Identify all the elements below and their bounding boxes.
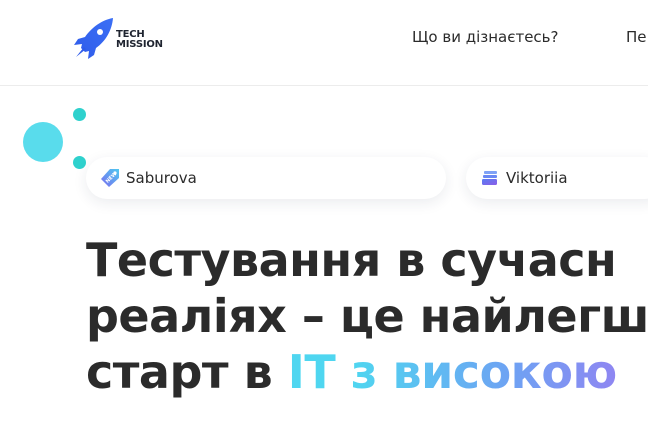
tag-viktoriia[interactable]: Viktoriia xyxy=(466,157,648,199)
tag-label: Saburova xyxy=(126,169,197,187)
logo-text: TECH MISSION xyxy=(116,30,163,50)
price-tag-icon: NEW xyxy=(101,169,119,187)
decorative-dot-bottom xyxy=(73,156,86,169)
hero-line-3: старт в IT з високою xyxy=(86,344,648,400)
hero-line-2: реаліях – це найлегш xyxy=(86,289,648,343)
nav-link-next[interactable]: Пе xyxy=(626,28,647,46)
hero-line-1: Тестування в сучасн xyxy=(86,233,617,287)
decorative-circle-large xyxy=(23,122,63,162)
hero-title: Тестування в сучасн реаліях – це найлегш… xyxy=(86,232,648,400)
hero-highlight-gradient: з високою xyxy=(350,345,618,399)
rocket-logo-icon xyxy=(74,18,113,59)
site-header: TECH MISSION Що ви дізнаєтесь? Пе xyxy=(0,0,648,86)
tag-saburova[interactable]: NEW Saburova xyxy=(86,157,446,199)
logo-text-line2: MISSION xyxy=(116,39,163,50)
hero-line-3-space xyxy=(335,345,351,399)
tag-label: Viktoriia xyxy=(506,169,568,187)
hero-highlight-it: IT xyxy=(287,345,336,399)
hero-line-3-start: старт в xyxy=(86,345,288,399)
logo[interactable]: TECH MISSION xyxy=(74,16,174,60)
decorative-dot-top xyxy=(73,108,86,121)
nav-link-what-you-learn[interactable]: Що ви дізнаєтесь? xyxy=(412,28,558,46)
stack-icon xyxy=(482,171,497,185)
